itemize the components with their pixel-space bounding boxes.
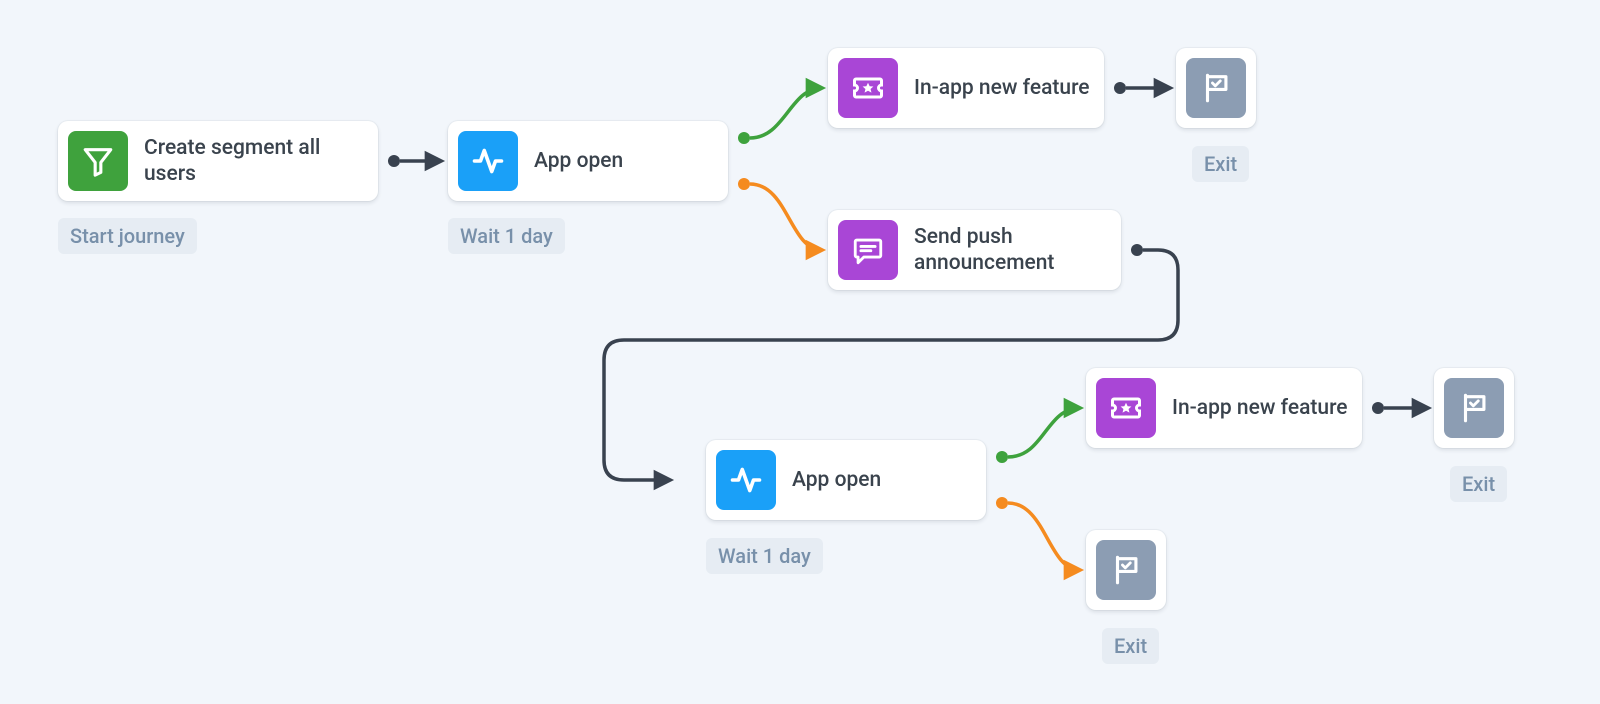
caption-wait-1: Wait 1 day <box>448 218 565 254</box>
node-exit-2[interactable] <box>1434 368 1514 448</box>
node-send-push[interactable]: Send push announcement <box>828 210 1121 290</box>
node-label: In-app new feature <box>1172 395 1348 421</box>
message-icon <box>838 220 898 280</box>
node-label: Send push announcement <box>914 224 1111 277</box>
journey-canvas: Create segment all users App open In-app… <box>0 0 1600 704</box>
node-exit-3[interactable] <box>1086 530 1166 610</box>
caption-start-journey: Start journey <box>58 218 197 254</box>
caption-exit-3: Exit <box>1102 628 1159 664</box>
node-label: In-app new feature <box>914 75 1090 101</box>
node-inapp-feature-1[interactable]: In-app new feature <box>828 48 1104 128</box>
node-label: Create segment all users <box>144 135 368 188</box>
funnel-icon <box>68 131 128 191</box>
node-label: App open <box>534 148 623 174</box>
caption-exit-2: Exit <box>1450 466 1507 502</box>
flag-check-icon <box>1186 58 1246 118</box>
node-create-segment[interactable]: Create segment all users <box>58 121 378 201</box>
node-label: App open <box>792 467 881 493</box>
activity-icon <box>716 450 776 510</box>
node-app-open-2[interactable]: App open <box>706 440 986 520</box>
edges-layer <box>0 0 1600 704</box>
ticket-star-icon <box>838 58 898 118</box>
ticket-star-icon <box>1096 378 1156 438</box>
activity-icon <box>458 131 518 191</box>
node-inapp-feature-2[interactable]: In-app new feature <box>1086 368 1362 448</box>
node-app-open-1[interactable]: App open <box>448 121 728 201</box>
flag-check-icon <box>1444 378 1504 438</box>
flag-check-icon <box>1096 540 1156 600</box>
caption-wait-2: Wait 1 day <box>706 538 823 574</box>
caption-exit-1: Exit <box>1192 146 1249 182</box>
node-exit-1[interactable] <box>1176 48 1256 128</box>
